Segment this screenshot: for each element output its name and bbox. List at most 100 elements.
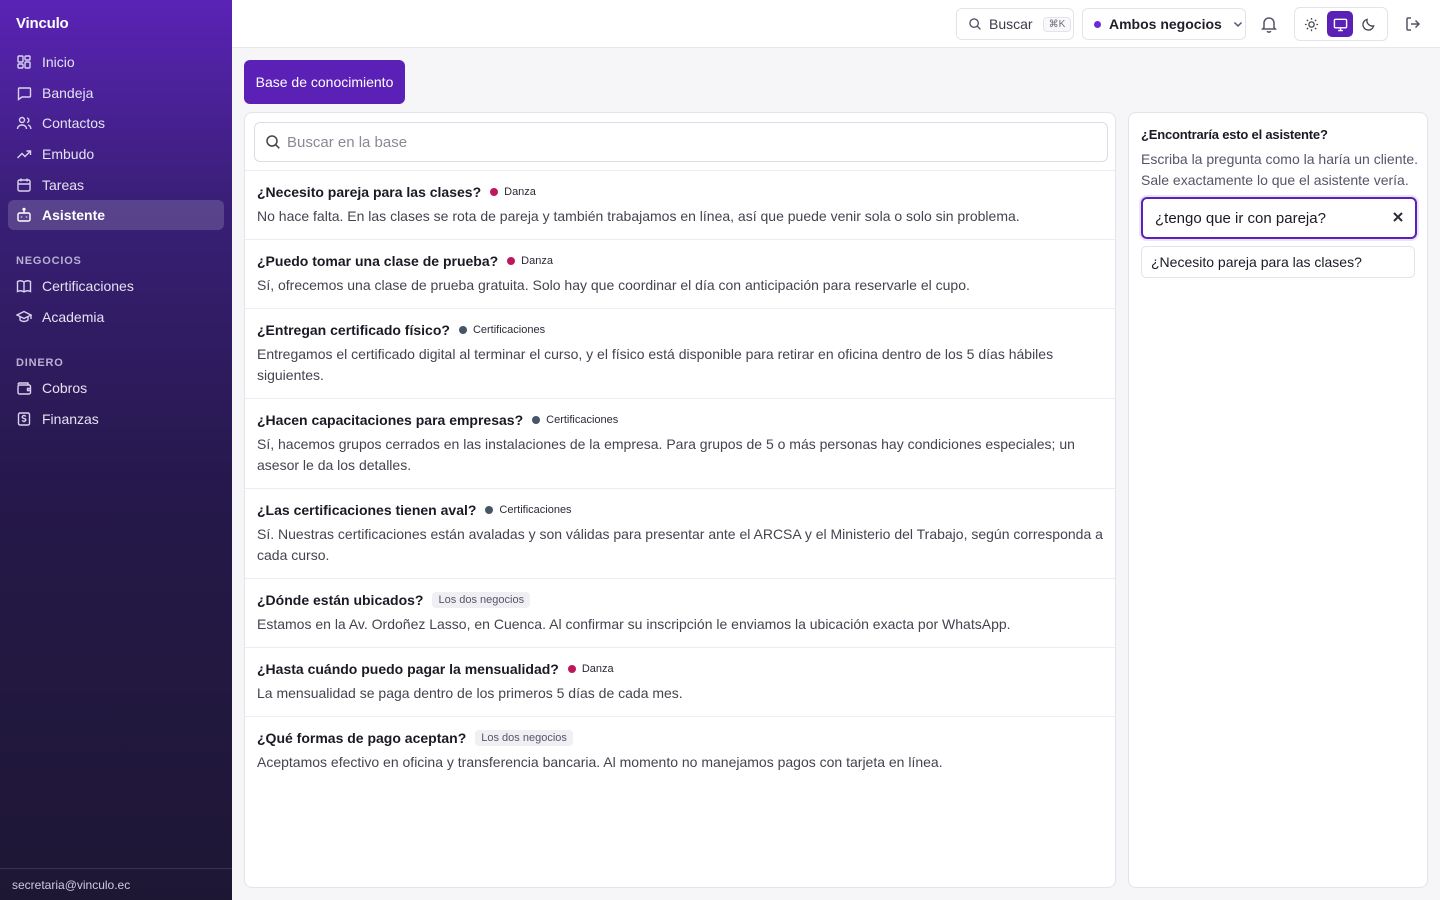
tag-label: Certificaciones <box>499 504 572 516</box>
topbar: Buscar ⌘K Ambos negocios <box>232 0 1440 48</box>
entry-answer: Sí. Nuestras certificaciones están avala… <box>257 526 1103 563</box>
tag-danza: Danza <box>490 186 536 198</box>
entry-question: ¿Qué formas de pago aceptan? <box>257 730 467 746</box>
brand-logo[interactable]: Vinculo <box>16 15 69 32</box>
close-icon[interactable] <box>1391 210 1405 224</box>
search-icon <box>969 18 981 30</box>
tag-certificaciones: Certificaciones <box>485 504 572 516</box>
entry-answer: La mensualidad se paga dentro de los pri… <box>257 685 683 701</box>
entry-answer: Sí, hacemos grupos cerrados en las insta… <box>257 436 1075 473</box>
tag-label: Certificaciones <box>472 324 546 336</box>
tag-dot <box>490 188 499 196</box>
book-icon <box>16 280 32 294</box>
tag-dot <box>532 416 541 424</box>
entry-question: ¿Las certificaciones tienen aval? <box>257 502 477 518</box>
sidebar-item-embudo[interactable]: Embudo <box>8 139 224 169</box>
nav-section-negocios: NEGOCIOS <box>16 255 82 268</box>
sidebar-item-asistente[interactable]: Asistente <box>8 200 224 231</box>
dashboard-icon <box>17 55 31 69</box>
sidebar-item-label: Cobros <box>42 380 88 397</box>
entry-question: ¿Hacen capacitaciones para empresas? <box>257 412 524 428</box>
sidebar-item-certificaciones[interactable]: Certificaciones <box>8 271 224 301</box>
sidebar-item-label: Asistente <box>42 207 106 224</box>
moon-icon <box>1362 17 1375 31</box>
business-dot <box>1094 20 1101 28</box>
tag-label: Certificaciones <box>546 414 619 426</box>
trending-up-icon <box>17 150 32 159</box>
tag-danza: Danza <box>567 663 614 675</box>
tester-result[interactable]: ¿Necesito pareja para las clases? <box>1141 246 1415 278</box>
logout-icon[interactable] <box>1404 15 1422 33</box>
entry-question: ¿Dónde están ubicados? <box>257 592 424 608</box>
bell-icon[interactable] <box>1259 14 1279 34</box>
sidebar-nav: Inicio Bandeja Contactos Embudo Tareas A… <box>8 47 224 435</box>
receipt-icon <box>17 412 31 426</box>
assistant-tester-panel: ¿Encontraría esto el asistente? Escriba … <box>1128 112 1428 888</box>
tag-label: Danza <box>581 663 614 675</box>
sidebar-item-cobros[interactable]: Cobros <box>8 373 224 403</box>
list-item[interactable]: ¿Qué formas de pago aceptan? Los dos neg… <box>245 717 1115 785</box>
tester-input[interactable] <box>1155 209 1383 227</box>
knowledge-base-button[interactable]: Base de conocimiento <box>244 60 405 104</box>
tester-description: Escriba la pregunta como la haría un cli… <box>1141 151 1419 188</box>
entry-question: ¿Hasta cuándo puedo pagar la mensualidad… <box>257 661 559 677</box>
sidebar-item-contactos[interactable]: Contactos <box>8 108 224 138</box>
tag-both-businesses: Los dos negocios <box>432 592 531 608</box>
tag-dot <box>507 257 516 265</box>
global-search-button[interactable]: Buscar ⌘K <box>956 8 1074 40</box>
sidebar-item-academia[interactable]: Academia <box>8 302 224 332</box>
list-item[interactable]: ¿Necesito pareja para las clases? Danza … <box>245 171 1115 240</box>
business-select[interactable]: Ambos negocios <box>1082 8 1246 40</box>
theme-toggle <box>1294 7 1388 41</box>
list-item[interactable]: ¿Dónde están ubicados? Los dos negocios … <box>245 579 1115 648</box>
user-email[interactable]: secretaria@vinculo.ec <box>0 868 232 900</box>
tag-dot <box>567 665 576 673</box>
search-label: Buscar <box>989 16 1033 32</box>
sidebar-item-tareas[interactable]: Tareas <box>8 170 224 200</box>
sidebar-item-label: Academia <box>42 309 105 326</box>
list-item[interactable]: ¿Puedo tomar una clase de prueba? Danza … <box>245 240 1115 309</box>
entry-answer: Entregamos el certificado digital al ter… <box>257 346 1054 383</box>
list-item[interactable]: ¿Entregan certificado físico? Certificac… <box>245 309 1115 399</box>
monitor-icon <box>1333 18 1347 31</box>
theme-light-button[interactable] <box>1298 11 1325 37</box>
tag-danza: Danza <box>507 255 553 267</box>
shortcut-badge: ⌘K <box>1042 16 1072 32</box>
entry-question: ¿Entregan certificado físico? <box>257 322 450 338</box>
tag-both-businesses: Los dos negocios <box>475 730 573 746</box>
entry-answer: Aceptamos efectivo en oficina y transfer… <box>257 754 943 770</box>
bot-icon <box>17 208 31 223</box>
kb-search-input[interactable] <box>287 133 1087 151</box>
knowledge-base-list: ¿Necesito pareja para las clases? Danza … <box>244 112 1116 888</box>
sidebar-item-bandeja[interactable]: Bandeja <box>8 78 224 108</box>
tester-title: ¿Encontraría esto el asistente? <box>1141 127 1328 142</box>
entry-answer: No hace falta. En las clases se rota de … <box>257 208 1020 224</box>
calendar-icon <box>17 178 31 192</box>
sidebar-item-label: Inicio <box>42 54 75 70</box>
sidebar-item-label: Embudo <box>42 146 95 163</box>
entry-answer: Estamos en la Av. Ordoñez Lasso, en Cuen… <box>257 616 1011 632</box>
sidebar-item-inicio[interactable]: Inicio <box>8 47 224 77</box>
tag-label: Danza <box>504 186 536 198</box>
list-item[interactable]: ¿Hasta cuándo puedo pagar la mensualidad… <box>245 648 1115 717</box>
tag-label: Danza <box>521 255 553 267</box>
sidebar-item-label: Contactos <box>42 115 106 132</box>
list-item[interactable]: ¿Las certificaciones tienen aval? Certif… <box>245 489 1115 579</box>
sidebar-item-finanzas[interactable]: Finanzas <box>8 404 224 434</box>
tag-dot <box>458 326 467 334</box>
sidebar: Vinculo Inicio Bandeja Contactos Embudo … <box>0 0 232 900</box>
sidebar-item-label: Tareas <box>42 176 85 193</box>
sidebar-item-label: Finanzas <box>42 410 99 427</box>
theme-system-button[interactable] <box>1326 11 1354 37</box>
entry-answer: Sí, ofrecemos una clase de prueba gratui… <box>257 277 970 293</box>
message-icon <box>17 86 32 101</box>
kb-search <box>254 122 1108 162</box>
sidebar-item-label: Certificaciones <box>42 278 134 295</box>
theme-dark-button[interactable] <box>1355 11 1382 37</box>
nav-section-dinero: DINERO <box>16 357 64 370</box>
tag-certificaciones: Certificaciones <box>532 414 618 426</box>
tester-input-wrapper <box>1141 197 1417 239</box>
list-item[interactable]: ¿Hacen capacitaciones para empresas? Cer… <box>245 399 1115 489</box>
entries-list: ¿Necesito pareja para las clases? Danza … <box>245 170 1115 785</box>
tag-dot <box>485 506 494 514</box>
